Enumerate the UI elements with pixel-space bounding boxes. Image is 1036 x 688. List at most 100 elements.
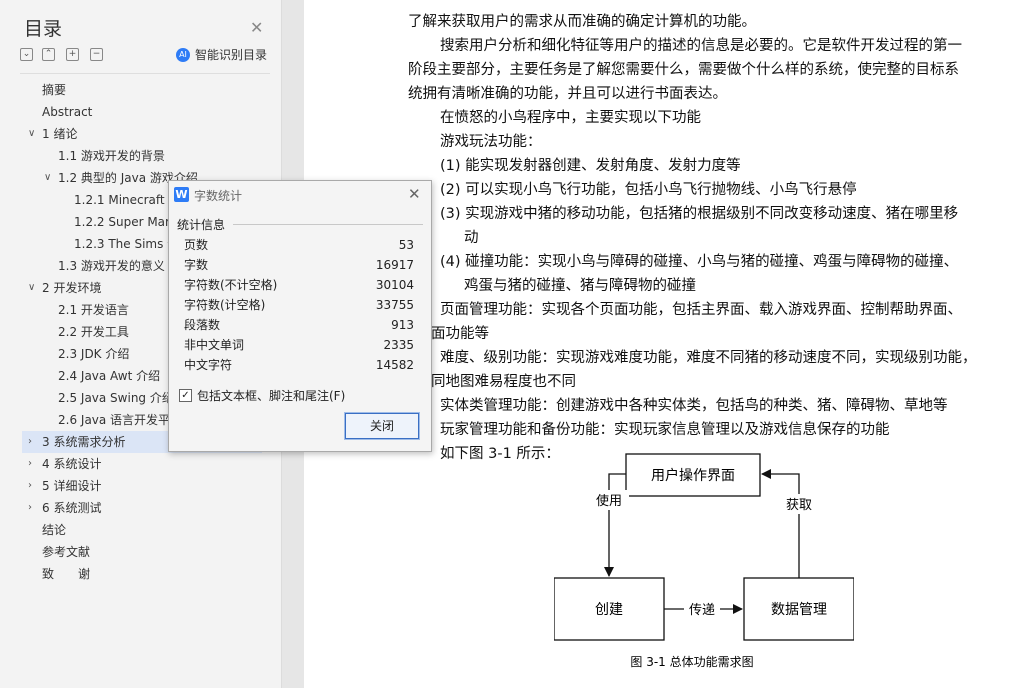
paragraph-line: 动 [464, 230, 479, 246]
diagram-pass-label: 传递 [689, 603, 715, 618]
stat-label: 页数 [184, 238, 209, 252]
paragraph-line: 实体类管理功能：创建游戏中各种实体类，包括鸟的种类、猪、障碍物、草地等 [440, 398, 948, 414]
checkbox-label: 包括文本框、脚注和尾注(F) [197, 389, 346, 403]
diagram-arrow-get [761, 469, 800, 578]
toc-item-label: 2.4 Java Awt 介绍 [58, 369, 161, 383]
paragraph-line: (3) 实现游戏中猪的移动功能，包括猪的根据级别不同改变移动速度、猪在哪里移 [440, 206, 959, 222]
close-icon[interactable]: ✕ [408, 185, 421, 203]
toc-item[interactable]: 摘要 [22, 79, 262, 101]
stat-value: 30104 [375, 278, 414, 292]
paragraph-line: (2) 可以实现小鸟飞行功能，包括小鸟飞行抛物线、小鸟飞行悬停 [440, 182, 857, 198]
stat-row: 段落数 913 [184, 315, 414, 335]
diagram-top-label: 用户操作界面 [651, 467, 735, 484]
smart-toc-button[interactable]: AI 智能识别目录 [176, 46, 267, 63]
stat-value: 913 [391, 318, 414, 332]
chevron-right-icon[interactable]: › [28, 431, 32, 453]
stat-value: 33755 [375, 298, 414, 312]
ai-icon: AI [176, 47, 190, 62]
stat-row: 字符数(不计空格) 30104 [184, 275, 414, 295]
wps-logo-icon: W [174, 187, 189, 202]
toc-item-label: 致 谢 [42, 567, 91, 581]
paragraph-line: 统拥有清晰准确的功能，并且可以进行书面表达。 [408, 86, 727, 102]
toc-item[interactable]: 1.1 游戏开发的背景 [22, 145, 262, 167]
toc-item-label: 2.3 JDK 介绍 [58, 347, 130, 361]
toc-item-label: 2.6 Java 语言开发平台 [58, 413, 183, 427]
toc-item[interactable]: Abstract [22, 101, 262, 123]
toc-item-label: 1.3 游戏开发的意义 [58, 259, 165, 273]
paragraph-line: 了解来获取用户的需求从而准确的确定计算机的功能。 [408, 14, 756, 30]
stat-row: 非中文单词 2335 [184, 335, 414, 355]
dialog-title: 字数统计 [194, 189, 243, 203]
toc-item[interactable]: ∨ 1 绪论 [22, 123, 262, 145]
smart-toc-label: 智能识别目录 [195, 48, 268, 62]
chevron-right-icon[interactable]: › [28, 497, 32, 519]
stat-row: 中文字符 14582 [184, 355, 414, 375]
chevron-right-icon[interactable]: › [28, 475, 32, 497]
close-icon[interactable]: ✕ [250, 18, 263, 37]
checkbox-checked-icon[interactable]: ✓ [179, 389, 192, 402]
stat-value: 14582 [375, 358, 414, 372]
diagram-use-label: 使用 [596, 493, 622, 509]
stat-label: 非中文单词 [184, 338, 245, 352]
function-diagram: 用户操作界面 创建 数据管理 使用 获取 传递 图 3-1 总体功能需求图 [554, 453, 854, 669]
toc-item-label: 1 绪论 [42, 127, 78, 141]
toc-item-label: 结论 [42, 523, 67, 537]
paragraph-line: 页面管理功能：实现各个页面功能，包括主界面、载入游戏界面、控制帮助界面、 [440, 302, 962, 318]
paragraph-line: (4) 碰撞功能：实现小鸟与障碍的碰撞、小鸟与猪的碰撞、鸡蛋与障碍物的碰撞、 [440, 254, 959, 270]
remove-icon[interactable]: − [90, 48, 103, 61]
expand-icon[interactable]: ⌃ [42, 48, 55, 61]
toc-item-label: 2.2 开发工具 [58, 325, 129, 339]
stat-label: 字数 [184, 258, 209, 272]
include-textbox-checkbox[interactable]: ✓ 包括文本框、脚注和尾注(F) [179, 387, 345, 404]
paragraph-line: 游戏玩法功能： [440, 134, 542, 150]
chevron-down-icon[interactable]: ∨ [28, 123, 35, 145]
toc-item[interactable]: › 4 系统设计 [22, 453, 262, 475]
paragraph-line: 在愤怒的小鸟程序中，主要实现以下功能 [440, 110, 701, 126]
close-button[interactable]: 关闭 [344, 412, 420, 440]
chevron-down-icon[interactable]: ∨ [28, 277, 35, 299]
toc-item-label: 1.1 游戏开发的背景 [58, 149, 165, 163]
diagram-arrow-use [604, 473, 626, 577]
chevron-down-icon[interactable]: ∨ [44, 167, 51, 189]
paragraph-line: (1) 能实现发射器创建、发射角度、发射力度等 [440, 158, 741, 174]
stat-value: 2335 [383, 338, 414, 352]
toc-item-label: Abstract [42, 105, 93, 119]
toc-title: 目录 [24, 18, 63, 40]
toc-item-label: 摘要 [42, 83, 67, 97]
paragraph-line: 阶段主要部分，主要任务是了解您需要什么，需要做个什么样的系统，使完整的目标系 [408, 62, 959, 78]
stat-value: 53 [398, 238, 414, 252]
stat-label: 字符数(计空格) [184, 298, 266, 312]
toc-item-label: 2 开发环境 [42, 281, 102, 295]
word-count-dialog: W 字数统计 ✕ 统计信息 页数 53 字数 16917 字符数(不计空格) 30104 字… [168, 180, 432, 452]
toc-item-label: 2.5 Java Swing 介绍 [58, 391, 174, 405]
toc-item-label: 6 系统测试 [42, 501, 102, 515]
paragraph-line: 搜索用户分析和细化特征等用户的描述的信息是必要的。它是软件开发过程的第一 [440, 38, 962, 54]
toc-item[interactable]: 参考文献 [22, 541, 262, 563]
paragraph-line: 如下图 3-1 所示： [440, 446, 560, 462]
divider [233, 224, 423, 225]
section-title: 统计信息 [177, 218, 226, 232]
divider [20, 73, 270, 74]
stat-row: 字符数(计空格) 33755 [184, 295, 414, 315]
toc-item[interactable]: › 6 系统测试 [22, 497, 262, 519]
figure-caption: 图 3-1 总体功能需求图 [630, 655, 753, 669]
collapse-all-icon[interactable]: ⌄ [20, 48, 33, 61]
stat-label: 中文字符 [184, 358, 233, 372]
toc-item-label: 2.1 开发语言 [58, 303, 129, 317]
stat-value: 16917 [375, 258, 414, 272]
paragraph-line: 难度、级别功能：实现游戏难度功能，难度不同猪的移动速度不同，实现级别功能， [440, 350, 977, 366]
toc-item[interactable]: 结论 [22, 519, 262, 541]
toc-item-label: 5 详细设计 [42, 479, 102, 493]
toc-item[interactable]: 致 谢 [22, 563, 262, 585]
stat-label: 段落数 [184, 318, 221, 332]
toc-item-label: 4 系统设计 [42, 457, 102, 471]
stat-row: 字数 16917 [184, 255, 414, 275]
add-icon[interactable]: + [66, 48, 79, 61]
stat-row: 页数 53 [184, 235, 414, 255]
diagram-get-label: 获取 [786, 498, 812, 513]
diagram-right-label: 数据管理 [771, 602, 827, 618]
paragraph-line: 鸡蛋与猪的碰撞、猪与障碍物的碰撞 [464, 278, 696, 294]
toc-item[interactable]: › 5 详细设计 [22, 475, 262, 497]
chevron-right-icon[interactable]: › [28, 453, 32, 475]
toc-item-label: 参考文献 [42, 545, 91, 559]
